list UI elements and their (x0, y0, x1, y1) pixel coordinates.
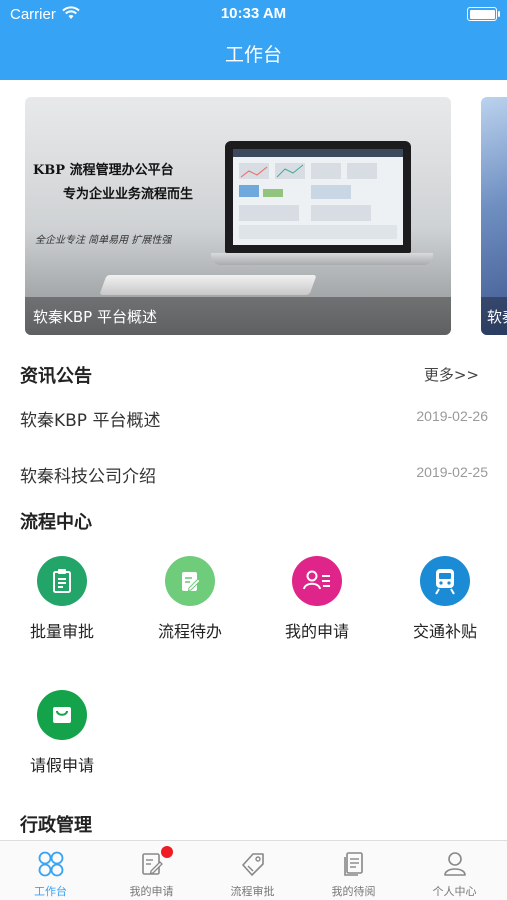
news-item-title: 软秦KBP 平台概述 (20, 411, 161, 431)
person-icon (440, 849, 470, 879)
header-bar: Carrier 10:33 AM 工作台 (0, 0, 507, 80)
news-item-date: 2019-02-26 (416, 408, 488, 424)
tab-my-pending-read[interactable]: 我的待阅 (303, 841, 404, 900)
document-icon (339, 849, 369, 879)
process-section-title: 流程中心 (20, 512, 92, 533)
batch-approve-button[interactable]: 批量审批 (7, 556, 117, 642)
more-news-link[interactable]: 更多>> (424, 364, 479, 385)
next-banner-caption: 软秦 (481, 297, 507, 335)
status-bar: Carrier 10:33 AM (0, 0, 507, 30)
laptop-base (211, 253, 433, 265)
status-time: 10:33 AM (220, 5, 287, 22)
transport-subsidy-button[interactable]: 交通补贴 (390, 556, 500, 642)
banner-caption: 软秦KBP 平台概述 (25, 297, 451, 335)
tab-personal-center-label: 个人中心 (432, 885, 477, 898)
news-item[interactable]: 软秦KBP 平台概述 2019-02-26 (20, 406, 488, 436)
banner-headline: KBP 流程管理办公平台 (33, 163, 174, 178)
banner-subheadline: 专为企业业务流程而生 (63, 187, 194, 202)
tab-personal-center[interactable]: 个人中心 (404, 841, 505, 900)
notification-badge (160, 846, 173, 858)
todo-process-label: 流程待办 (157, 622, 222, 641)
admin-section-title: 行政管理 (20, 815, 92, 836)
news-section-title: 资讯公告 (20, 366, 92, 387)
battery-icon (467, 7, 500, 21)
my-application-label: 我的申请 (284, 622, 349, 641)
banner-slogan: 全企业专注 简单易用 扩展性强 (35, 235, 172, 246)
tab-process-approval[interactable]: 流程审批 (202, 841, 303, 900)
leave-application-label: 请假申请 (29, 756, 94, 775)
tab-process-approval-label: 流程审批 (230, 885, 275, 898)
news-item-date: 2019-02-25 (416, 464, 488, 480)
leave-application-button[interactable]: 请假申请 (7, 690, 117, 776)
clipboard-icon (37, 556, 87, 606)
todo-process-button[interactable]: 流程待办 (135, 556, 245, 642)
next-banner-slide[interactable]: 软秦 (481, 97, 507, 335)
batch-approve-label: 批量审批 (29, 622, 94, 641)
transport-subsidy-label: 交通补贴 (412, 622, 477, 641)
tag-icon (238, 849, 268, 879)
grid-icon (36, 849, 66, 879)
news-item-title: 软秦科技公司介绍 (20, 467, 156, 487)
edit-icon (137, 846, 173, 879)
bottom-tab-bar: 工作台 我的申请 流程审批 我的待阅 个人中心 (0, 840, 507, 900)
tab-workbench-label: 工作台 (34, 885, 67, 898)
my-application-button[interactable]: 我的申请 (262, 556, 372, 642)
tab-my-application[interactable]: 我的申请 (101, 841, 202, 900)
edit-note-icon (165, 556, 215, 606)
user-list-icon (292, 556, 342, 606)
keyboard-image (99, 275, 317, 295)
laptop-image (225, 141, 411, 253)
tab-my-application-label: 我的申请 (129, 885, 174, 898)
page-title: 工作台 (224, 44, 282, 66)
tab-workbench[interactable]: 工作台 (0, 841, 101, 900)
train-icon (420, 556, 470, 606)
banner-slide[interactable]: KBP 流程管理办公平台 专为企业业务流程而生 全企业专注 简单易用 扩展性强 … (25, 97, 451, 335)
news-item[interactable]: 软秦科技公司介绍 2019-02-25 (20, 462, 488, 492)
tab-my-pending-read-label: 我的待阅 (331, 885, 376, 898)
bag-icon (37, 690, 87, 740)
